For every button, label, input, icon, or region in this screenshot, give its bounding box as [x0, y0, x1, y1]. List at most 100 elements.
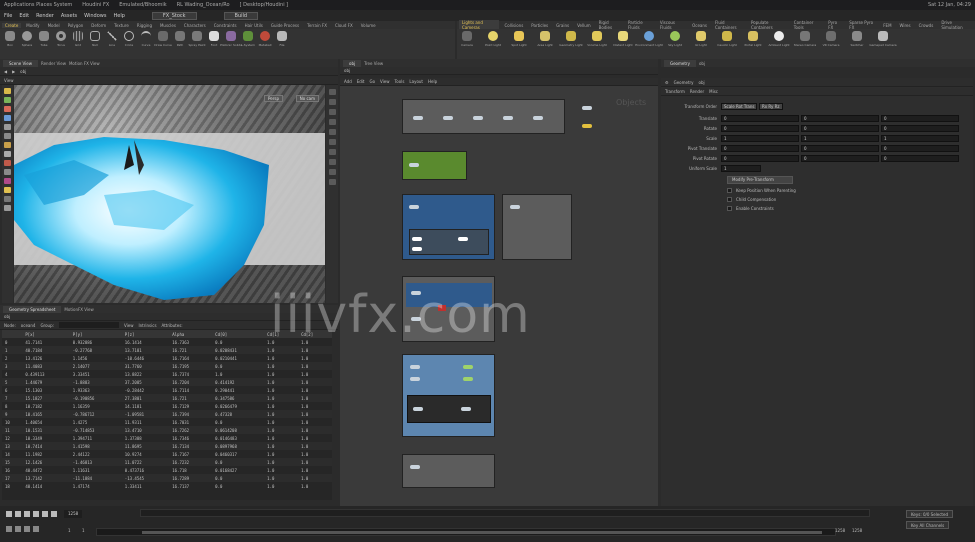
table-row[interactable]: 1 40.7184 -0.27768 13.7181 16.721 0.0208431 1.… [2, 346, 332, 354]
tool-grid[interactable]: Grid [72, 31, 84, 47]
tool-point-light[interactable]: Point Light [485, 31, 501, 47]
enable-constraints-toggle[interactable]: Enable Constraints [727, 206, 774, 211]
loop-icon[interactable] [15, 526, 21, 532]
shelf-tab-collisions[interactable]: Collisions [501, 23, 526, 28]
os-task-emulated[interactable]: Emulated/Bhoomik [119, 2, 166, 8]
points-icon[interactable] [328, 129, 336, 135]
parameter-field[interactable]: 0 [801, 154, 879, 162]
uniform-scale-field[interactable]: 1 [721, 164, 761, 172]
parameter-field[interactable]: 0 [881, 124, 959, 132]
display-options-icon[interactable] [328, 89, 336, 95]
play-icon[interactable] [33, 511, 39, 517]
tool-sphere[interactable]: Sphere [21, 31, 33, 47]
parameter-field[interactable]: 0 [881, 144, 959, 152]
shelf-tab-constraints[interactable]: Constraints [211, 23, 240, 28]
menu-edit[interactable]: Edit [19, 13, 29, 19]
persp-button[interactable]: Persp [264, 95, 283, 102]
end-frame-field[interactable]: 1258 [852, 528, 862, 533]
node-chip[interactable] [413, 407, 423, 411]
spreadsheet-column-header[interactable]: P[z] [121, 330, 170, 338]
table-row[interactable]: 6 15.1303 1.93363 -0.28442 16.7114 0.290441 1.… [2, 386, 332, 394]
tool-geo-light[interactable]: Geometry Light [559, 31, 583, 47]
table-row[interactable]: 15 12.1426 -1.46813 11.0722 16.7232 0.0 1.0 1.0 [2, 458, 332, 466]
table-row[interactable]: 7 15.1827 -0.190856 27.3801 16.721 0.347586 1.… [2, 394, 332, 402]
keys-selected-button[interactable]: Keys: 0/0 Selected [906, 510, 954, 518]
net-menu-view[interactable]: View [380, 79, 390, 84]
shelf-tab-wires[interactable]: Wires [897, 23, 914, 28]
tool-platonic[interactable]: Platonic Solids [220, 31, 242, 47]
table-row[interactable]: 9 10.4165 -0.786712 -1.09581 16.7394 0.47328 1… [2, 410, 332, 418]
parameter-field[interactable]: 0 [721, 154, 799, 162]
handle-tool-icon[interactable] [4, 124, 11, 130]
tool-spray-paint[interactable]: Spray Paint [188, 31, 206, 47]
node-chip[interactable] [443, 116, 453, 120]
measure-tool-icon[interactable] [4, 169, 11, 175]
subtab-misc[interactable]: Misc [709, 89, 718, 94]
node-chip[interactable] [409, 163, 419, 167]
node-chip[interactable] [458, 237, 468, 241]
spreadsheet-column-header[interactable]: P[y] [69, 330, 122, 338]
node-chip[interactable] [510, 205, 520, 209]
realtime-icon[interactable] [6, 526, 12, 532]
checkbox[interactable] [727, 197, 732, 202]
tool-ambient-light[interactable]: Ambient Light [768, 31, 790, 47]
tool-line[interactable]: Line [106, 31, 118, 47]
tool-path[interactable]: Path [174, 31, 186, 47]
parameter-field[interactable]: 1 [881, 134, 959, 142]
subtab-transform[interactable]: Transform [665, 89, 685, 94]
grid-toggle-icon[interactable] [328, 119, 336, 125]
parameter-field[interactable]: 0 [721, 144, 799, 152]
node-chip[interactable] [533, 116, 543, 120]
table-row[interactable]: 4 0.439113 3.33451 13.8822 16.7374 1.0 1.0 1.0 [2, 370, 332, 378]
range-start-field[interactable]: 1 [68, 528, 71, 533]
go-end-icon[interactable] [51, 511, 57, 517]
current-frame-field[interactable]: 1258 [64, 510, 83, 518]
tool-switcher[interactable]: Switcher [851, 31, 864, 47]
back-arrow-icon[interactable]: ◀ [4, 69, 7, 74]
node-chip[interactable] [410, 365, 420, 369]
lighting-icon[interactable] [4, 187, 11, 193]
shelf-tab-terrain[interactable]: Terrain FX [304, 23, 330, 28]
node-chip-green[interactable] [463, 377, 473, 381]
table-row[interactable]: 10 1.40654 1.4275 11.9311 16.7031 0.0 1.0 1.0 [2, 418, 332, 426]
shelf-tab-create[interactable]: Create [2, 22, 22, 28]
shelf-tab-crowds[interactable]: Crowds [916, 23, 937, 28]
node-chip[interactable] [413, 116, 423, 120]
net-menu-edit[interactable]: Edit [357, 79, 365, 84]
scale-tool-icon[interactable] [4, 115, 11, 121]
table-row[interactable]: 18 40.1414 1.47174 1.33411 16.7137 0.0 1.0 1.0 [2, 482, 332, 490]
parameter-field[interactable]: 1 [721, 134, 799, 142]
checkbox[interactable] [727, 206, 732, 211]
network-box-gray[interactable] [502, 194, 572, 260]
ghost-icon[interactable] [328, 149, 336, 155]
tool-area-light[interactable]: Area Light [537, 31, 553, 47]
node-chip[interactable] [410, 465, 420, 469]
tab-render-view[interactable]: Render View [41, 61, 66, 66]
table-row[interactable]: 13 10.7414 1.41598 11.8695 16.7134 0.0897968 1… [2, 442, 332, 450]
subtab-render[interactable]: Render [690, 89, 704, 94]
tool-file[interactable]: File [276, 31, 288, 47]
menu-file[interactable]: File [4, 13, 12, 19]
node-chip[interactable] [461, 407, 471, 411]
network-box-green[interactable] [402, 151, 467, 180]
tool-distant-light[interactable]: Distant Light [613, 31, 633, 47]
tool-caustic-light[interactable]: Caustic Light [717, 31, 737, 47]
table-row[interactable]: 17 13.7142 -11.1884 -13.4545 16.7289 0.0 1.0 1.… [2, 474, 332, 482]
tab-network-obj[interactable]: obj [343, 59, 362, 67]
tab-geometry-spreadsheet[interactable]: Geometry Spreadsheet [3, 305, 62, 313]
parameter-field[interactable]: 0 [801, 114, 879, 122]
range-end-field[interactable]: 1258 [835, 528, 845, 533]
network-box-blue[interactable] [402, 194, 495, 260]
tab-scene-view[interactable]: Scene View [3, 59, 38, 67]
table-row[interactable]: 14 11.1982 2.44122 10.9274 16.7167 0.0460317 1… [2, 450, 332, 458]
net-menu-go[interactable]: Go [370, 79, 376, 84]
os-task-houdini[interactable]: Houdini FX [82, 2, 109, 8]
shelf-tab-rigging[interactable]: Rigging [134, 23, 155, 28]
child-compensation-toggle[interactable]: Child Compensation [727, 197, 776, 202]
hide-icon[interactable] [328, 159, 336, 165]
audio-icon[interactable] [24, 526, 30, 532]
shelf-tab-cloud[interactable]: Cloud FX [332, 23, 356, 28]
table-row[interactable]: 3 11.4083 2.14077 31.7760 16.7195 0.0 1.0 1.0 [2, 362, 332, 370]
menu-assets[interactable]: Assets [61, 13, 77, 19]
normals-icon[interactable] [328, 139, 336, 145]
